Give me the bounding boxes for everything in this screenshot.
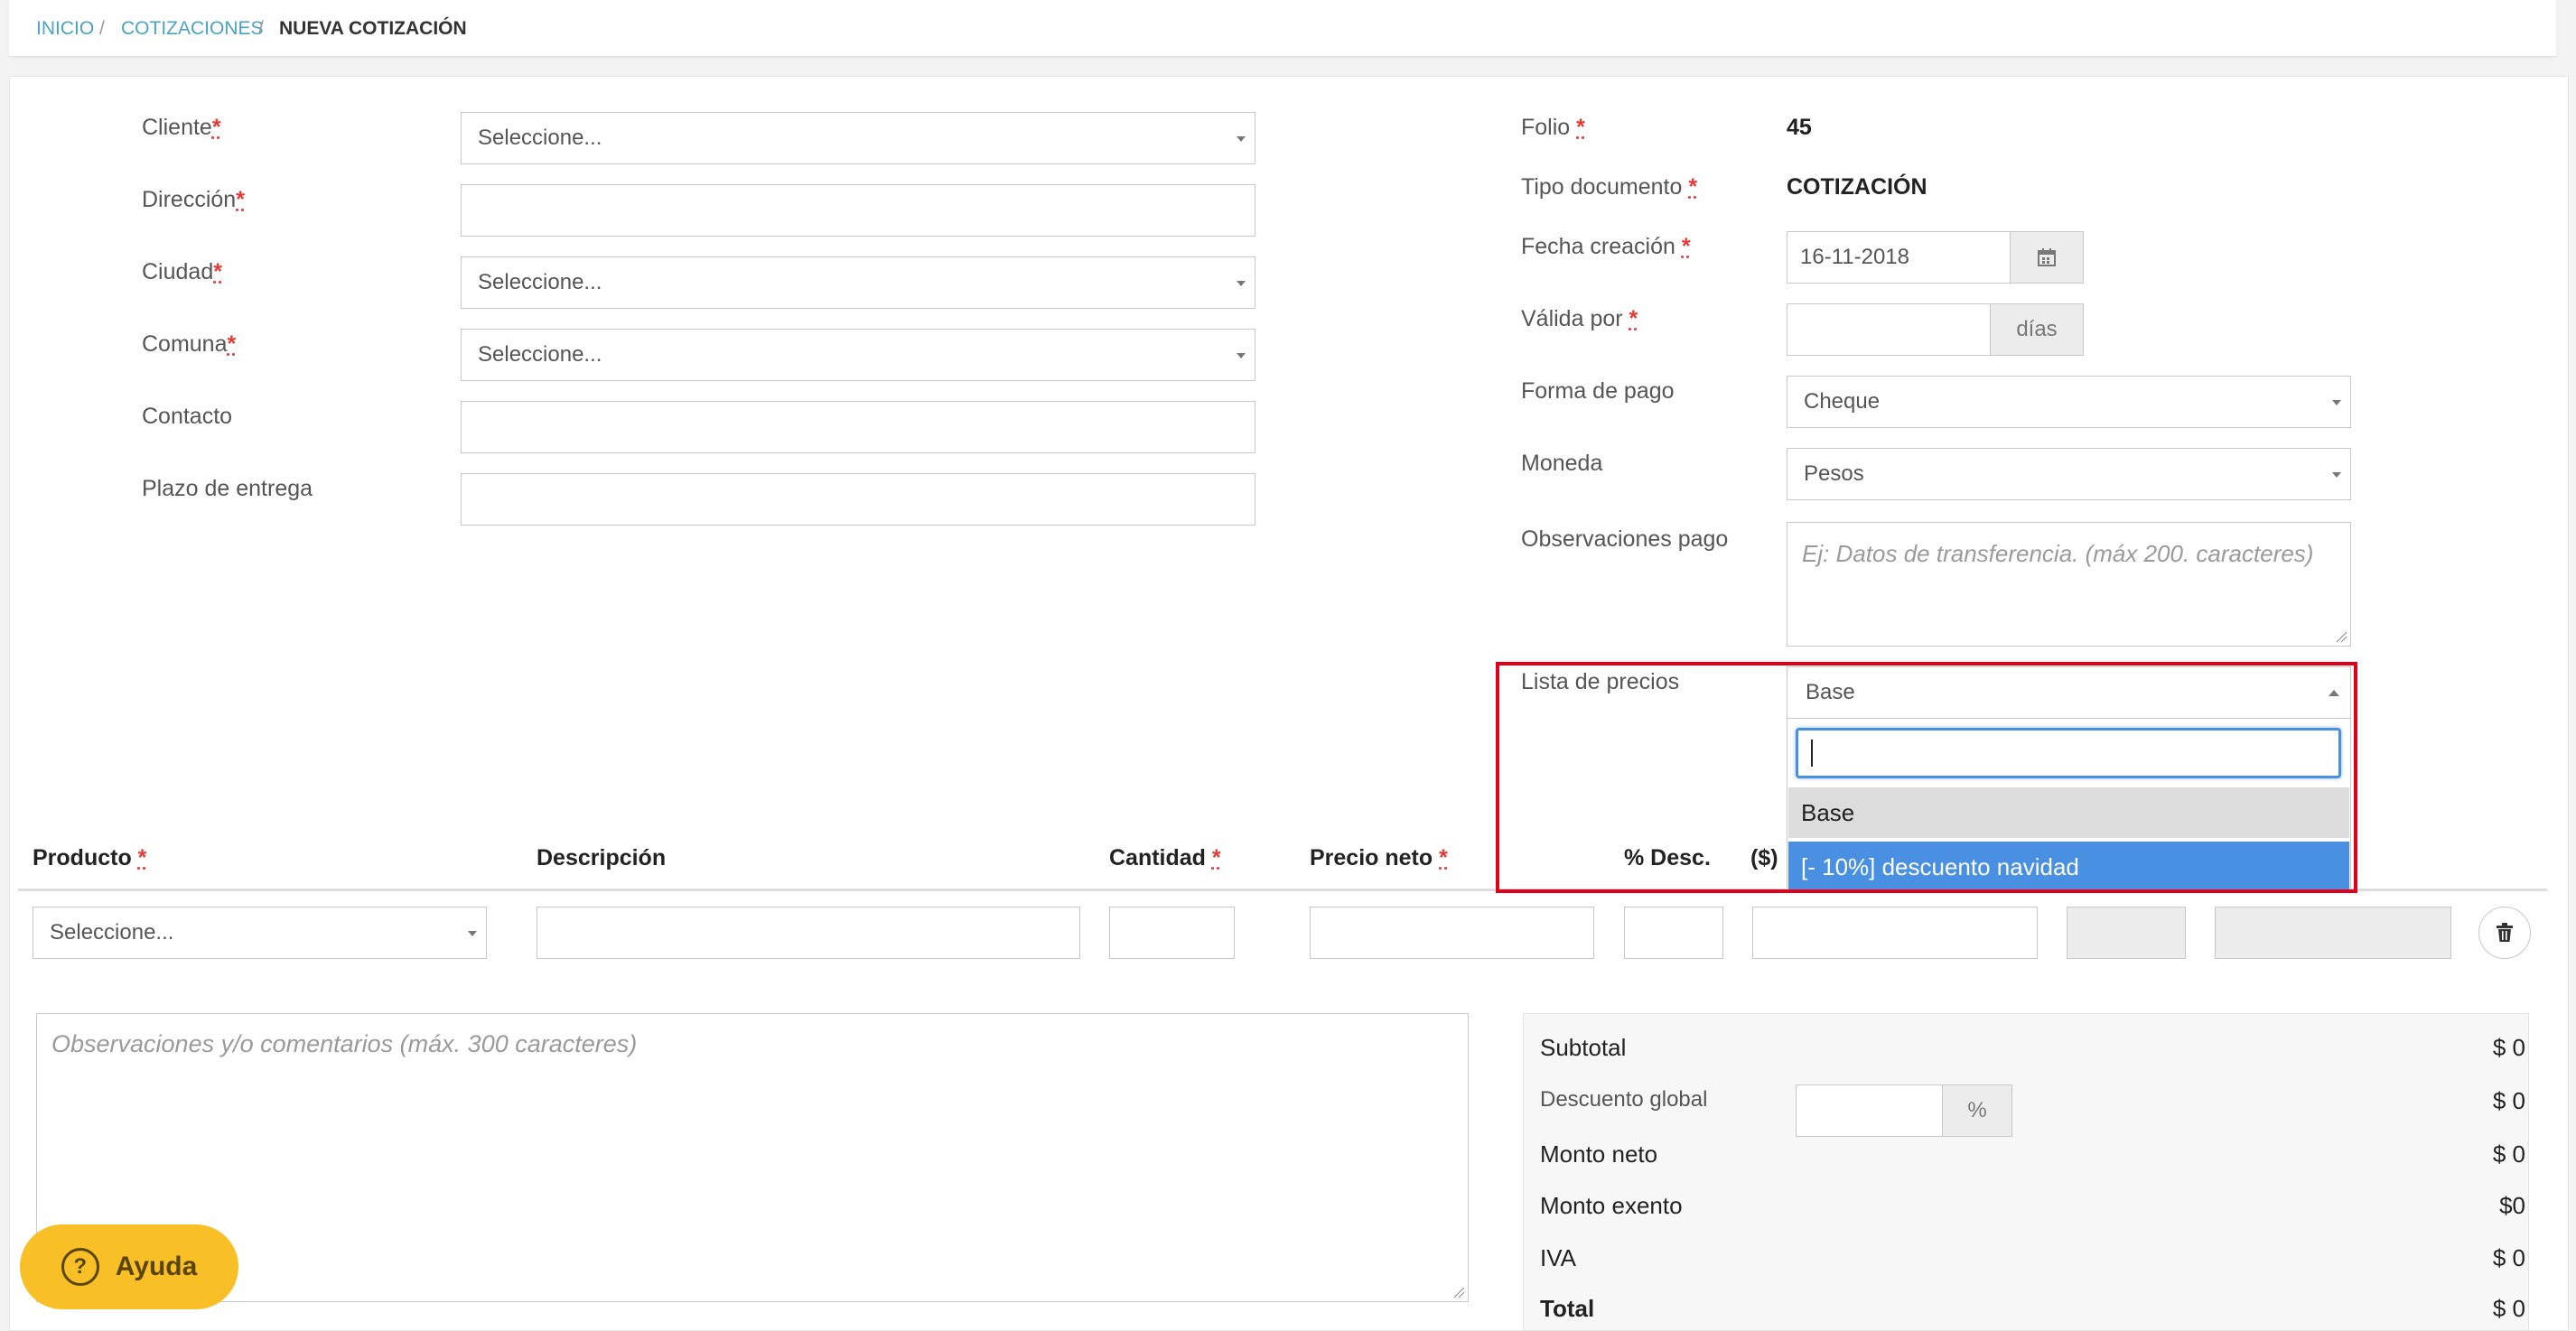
iva-value: $ 0 bbox=[2492, 1244, 2525, 1271]
plazo-entrega-label: Plazo de entrega bbox=[142, 476, 313, 501]
forma-pago-select[interactable]: Cheque bbox=[1787, 376, 2351, 428]
row-total-field bbox=[2215, 907, 2451, 959]
observaciones-pago-label: Observaciones pago bbox=[1521, 526, 1729, 552]
delete-row-button[interactable] bbox=[2478, 907, 2531, 959]
observaciones-pago-placeholder: Ej: Datos de transferencia. (máx 200. ca… bbox=[1802, 540, 2314, 567]
calendar-button[interactable] bbox=[2010, 231, 2084, 284]
iva-label: IVA bbox=[1540, 1244, 1576, 1271]
forma-pago-label: Forma de pago bbox=[1521, 378, 1675, 404]
trash-icon bbox=[2497, 923, 2513, 942]
tipo-documento-value: COTIZACIÓN bbox=[1787, 174, 1927, 200]
help-button[interactable]: ? Ayuda bbox=[20, 1224, 238, 1309]
dias-addon: días bbox=[1990, 303, 2084, 356]
descuento-global-input[interactable] bbox=[1796, 1084, 1943, 1137]
subtotal-value: $ 0 bbox=[2492, 1034, 2525, 1061]
direccion-input[interactable] bbox=[461, 184, 1255, 237]
comuna-select[interactable]: Seleccione... bbox=[461, 329, 1255, 381]
highlight-box bbox=[1496, 662, 2357, 893]
cantidad-input[interactable] bbox=[1109, 907, 1235, 959]
moneda-label: Moneda bbox=[1521, 451, 1603, 476]
chevron-down-icon bbox=[1237, 281, 1246, 286]
descripcion-input[interactable] bbox=[537, 907, 1080, 959]
help-label: Ayuda bbox=[115, 1252, 198, 1281]
contacto-input[interactable] bbox=[461, 401, 1255, 453]
fecha-creacion-label: Fecha creación * bbox=[1521, 234, 1691, 259]
comuna-label: Comuna* bbox=[142, 331, 237, 357]
direccion-label: Dirección* bbox=[142, 187, 245, 212]
resize-handle-icon[interactable] bbox=[1452, 1286, 1465, 1298]
question-icon: ? bbox=[61, 1248, 99, 1286]
monto-neto-label: Monto neto bbox=[1540, 1140, 1658, 1168]
row-readonly-field bbox=[2067, 907, 2186, 959]
tipo-documento-label: Tipo documento * bbox=[1521, 174, 1698, 200]
descuento-global-label: Descuento global bbox=[1540, 1087, 1708, 1112]
totals-panel bbox=[1523, 1013, 2529, 1331]
ciudad-label: Ciudad* bbox=[142, 259, 222, 284]
valida-por-input[interactable] bbox=[1787, 303, 1991, 356]
comentarios-textarea[interactable]: Observaciones y/o comentarios (máx. 300 … bbox=[36, 1013, 1469, 1302]
chevron-down-icon bbox=[2332, 472, 2341, 478]
comentarios-placeholder: Observaciones y/o comentarios (máx. 300 … bbox=[51, 1030, 638, 1057]
moneda-select[interactable]: Pesos bbox=[1787, 448, 2351, 500]
monto-descuento-input[interactable] bbox=[1752, 907, 2038, 959]
col-producto: Producto * bbox=[33, 845, 147, 870]
calendar-icon bbox=[2038, 248, 2056, 266]
fecha-creacion-input[interactable]: 16-11-2018 bbox=[1787, 231, 2011, 284]
breadcrumb-separator: / bbox=[258, 18, 264, 39]
subtotal-label: Subtotal bbox=[1540, 1034, 1627, 1061]
contacto-label: Contacto bbox=[142, 404, 233, 429]
monto-exento-label: Monto exento bbox=[1540, 1192, 1683, 1219]
descuento-input[interactable] bbox=[1624, 907, 1723, 959]
producto-select[interactable]: Seleccione... bbox=[33, 907, 487, 959]
monto-neto-value: $ 0 bbox=[2492, 1140, 2525, 1168]
breadcrumb-quotes-link[interactable]: COTIZACIONES bbox=[121, 18, 264, 40]
col-cantidad: Cantidad * bbox=[1109, 845, 1221, 870]
valida-por-label: Válida por * bbox=[1521, 306, 1638, 331]
total-value: $ 0 bbox=[2492, 1295, 2525, 1322]
cliente-label: Cliente* bbox=[142, 115, 221, 140]
ciudad-select[interactable]: Seleccione... bbox=[461, 256, 1255, 309]
total-label: Total bbox=[1540, 1295, 1595, 1322]
resize-handle-icon[interactable] bbox=[2335, 630, 2347, 643]
chevron-down-icon bbox=[2332, 400, 2341, 405]
cliente-select[interactable]: Seleccione... bbox=[461, 112, 1255, 164]
breadcrumb-home-link[interactable]: INICIO bbox=[36, 18, 94, 40]
folio-label: Folio * bbox=[1521, 115, 1585, 140]
chevron-down-icon bbox=[1237, 136, 1246, 142]
folio-value: 45 bbox=[1787, 115, 1812, 140]
chevron-down-icon bbox=[468, 931, 477, 936]
percent-addon: % bbox=[1942, 1084, 2012, 1137]
plazo-entrega-input[interactable] bbox=[461, 473, 1255, 526]
chevron-down-icon bbox=[1237, 353, 1246, 358]
monto-exento-value: $0 bbox=[2499, 1192, 2525, 1219]
col-precio-neto: Precio neto * bbox=[1310, 845, 1448, 870]
col-descripcion: Descripción bbox=[537, 845, 667, 870]
observaciones-pago-textarea[interactable]: Ej: Datos de transferencia. (máx 200. ca… bbox=[1787, 522, 2351, 647]
precio-neto-input[interactable] bbox=[1310, 907, 1594, 959]
breadcrumb-separator: / bbox=[99, 18, 105, 39]
descuento-global-value: $ 0 bbox=[2492, 1087, 2525, 1114]
breadcrumb-current: NUEVA COTIZACIÓN bbox=[279, 18, 467, 39]
